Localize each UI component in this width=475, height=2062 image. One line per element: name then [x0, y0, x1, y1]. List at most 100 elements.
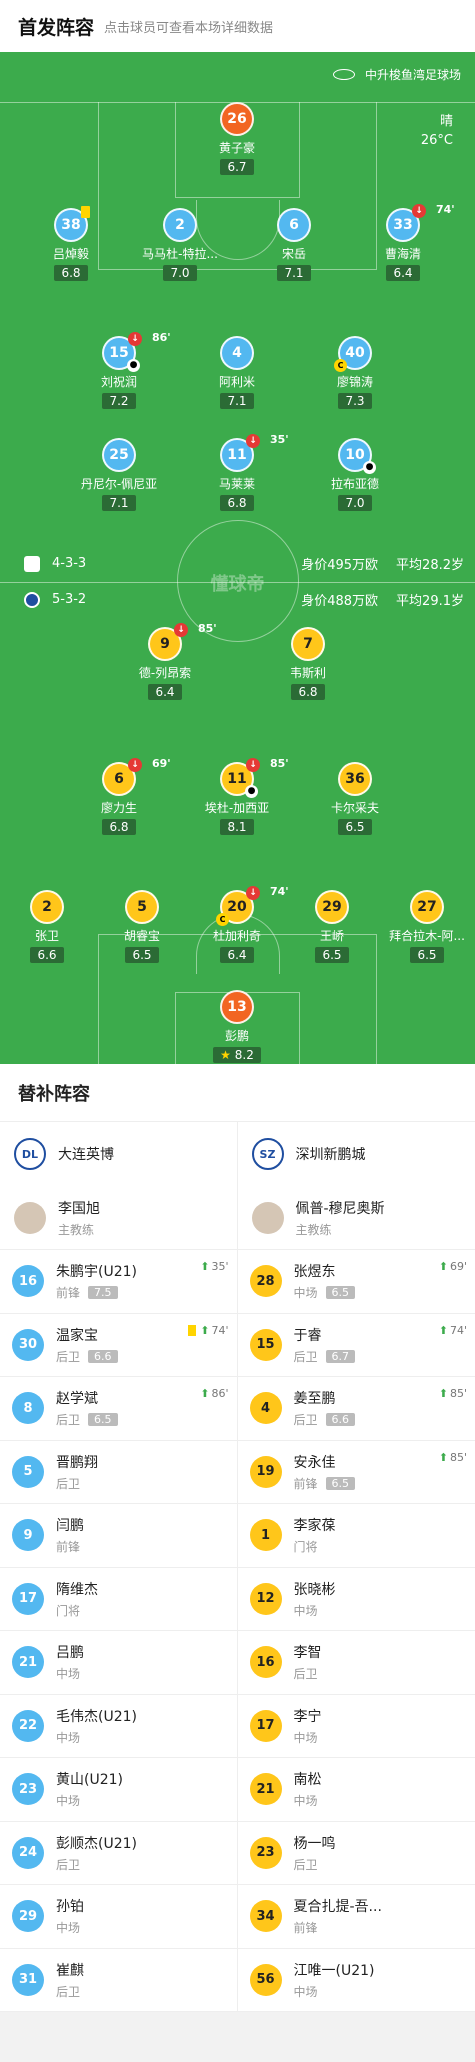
away-player[interactable]: 5 胡睿宝 6.5 — [87, 890, 197, 963]
home-coach[interactable]: 李国旭主教练 — [0, 1186, 237, 1250]
home-player[interactable]: 10● 拉布亚德 7.0 — [300, 438, 410, 511]
sub-player-row[interactable]: 29孙铂中场 — [0, 1885, 237, 1949]
player-number: 31 — [12, 1964, 44, 1996]
player-name: 于睿 — [294, 1325, 356, 1345]
lineup-header: 首发阵容 点击球员可查看本场详细数据 — [0, 0, 475, 52]
sub-player-row[interactable]: 17隋维杰门将 — [0, 1568, 237, 1632]
sub-player-row[interactable]: 34夏合扎提-吾...前锋 — [238, 1885, 475, 1949]
player-name: 南松 — [294, 1769, 322, 1789]
sub-player-row[interactable]: 5晋鹏翔后卫 — [0, 1441, 237, 1505]
sub-off-icon: ↓ — [412, 204, 426, 218]
away-logo-icon — [24, 592, 40, 608]
sub-player-row[interactable]: 16朱鹏宇(U21)前锋7.5⬆35' — [0, 1250, 237, 1314]
sub-player-row[interactable]: 31崔麒后卫 — [0, 1949, 237, 2013]
sub-player-row[interactable]: 30温家宝后卫6.6⬆74' — [0, 1314, 237, 1378]
player-name: 马马杜-特拉... — [125, 245, 235, 262]
away-team-info: 5-3-2 身价488万欧 平均29.1岁 — [24, 590, 464, 609]
player-number: 38 — [61, 217, 80, 233]
sub-player-row[interactable]: 21南松中场 — [238, 1758, 475, 1822]
home-player[interactable]: 38 吕焯毅 6.8 — [16, 208, 126, 281]
home-formation: 4-3-3 — [52, 556, 86, 571]
home-logo-icon — [24, 556, 40, 572]
player-name: 刘祝润 — [64, 373, 174, 390]
away-player[interactable]: 11↓85'● 埃杜-加西亚 8.1 — [182, 762, 292, 835]
player-name: 彭顺杰(U21) — [56, 1833, 137, 1853]
sub-in-time: 85' — [450, 1451, 467, 1464]
player-rating: 6.6 — [88, 1350, 118, 1363]
player-rating: 6.8 — [220, 495, 253, 511]
player-position: 后卫 — [56, 1411, 80, 1428]
sub-in-time: 85' — [450, 1387, 467, 1400]
player-position: 后卫 — [56, 1475, 80, 1492]
player-name: 孙铂 — [56, 1896, 84, 1916]
home-player[interactable]: 15↓86'● 刘祝润 7.2 — [64, 336, 174, 409]
sub-player-row[interactable]: 12张晓彬中场 — [238, 1568, 475, 1632]
player-name: 姜至鹏 — [294, 1388, 356, 1408]
sub-player-row[interactable]: 15于睿后卫6.7⬆74' — [238, 1314, 475, 1378]
sub-player-row[interactable]: 22毛伟杰(U21)中场 — [0, 1695, 237, 1759]
yellow-card-icon — [188, 1325, 196, 1336]
home-player[interactable]: 4 阿利米 7.1 — [182, 336, 292, 409]
home-player[interactable]: 26 黄子豪 6.7 — [182, 102, 292, 175]
home-player[interactable]: 40C 廖锦涛 7.3 — [300, 336, 410, 409]
away-team-logo-icon: SZ — [252, 1138, 284, 1170]
home-team-header: DL 大连英博 — [0, 1122, 237, 1186]
player-rating: 7.1 — [277, 265, 310, 281]
away-coach[interactable]: 佩普-穆尼奥斯主教练 — [238, 1186, 475, 1250]
sub-player-row[interactable]: 4姜至鹏后卫6.6⬆85' — [238, 1377, 475, 1441]
sub-player-row[interactable]: 28张煜东中场6.5⬆69' — [238, 1250, 475, 1314]
player-number: 17 — [12, 1583, 44, 1615]
sub-player-row[interactable]: 24彭顺杰(U21)后卫 — [0, 1822, 237, 1886]
home-player[interactable]: 33↓74' 曹海清 6.4 — [348, 208, 458, 281]
sub-in-time: 35' — [211, 1260, 228, 1273]
sub-player-row[interactable]: 16李智后卫 — [238, 1631, 475, 1695]
sub-player-row[interactable]: 17李宁中场 — [238, 1695, 475, 1759]
player-rating: 6.5 — [88, 1413, 118, 1426]
away-player[interactable]: 7 韦斯利 6.8 — [253, 627, 363, 700]
away-player[interactable]: 13 彭鹏 ★ 8.2 — [182, 990, 292, 1063]
player-name: 韦斯利 — [253, 664, 363, 681]
sub-in-time: 86' — [211, 1387, 228, 1400]
away-player[interactable]: 9↓85' 德-列昂索 6.4 — [110, 627, 220, 700]
player-number: 17 — [250, 1710, 282, 1742]
home-player[interactable]: 2 马马杜-特拉... 7.0 — [125, 208, 235, 281]
sub-player-row[interactable]: 23黄山(U21)中场 — [0, 1758, 237, 1822]
player-rating: 6.7 — [220, 159, 253, 175]
home-player[interactable]: 6 宋岳 7.1 — [239, 208, 349, 281]
player-position: 门将 — [56, 1602, 80, 1619]
away-player[interactable]: 29 王峤 6.5 — [277, 890, 387, 963]
sub-player-row[interactable]: 1李家葆门将 — [238, 1504, 475, 1568]
sub-player-row[interactable]: 56江唯一(U21)中场 — [238, 1949, 475, 2013]
sub-player-row[interactable]: 23杨一鸣后卫 — [238, 1822, 475, 1886]
stadium-info: 中升梭鱼湾足球场 — [333, 66, 461, 83]
player-position: 中场 — [294, 1792, 318, 1809]
sub-player-row[interactable]: 8赵学斌后卫6.5⬆86' — [0, 1377, 237, 1441]
home-value: 身价495万欧 — [301, 554, 378, 573]
sub-in-icon: ⬆ — [200, 1260, 209, 1273]
away-player[interactable]: 27 拜合拉木-阿... 6.5 — [372, 890, 475, 963]
sub-in-time: 74' — [211, 1324, 228, 1337]
player-position: 中场 — [294, 1729, 318, 1746]
player-number: 2 — [163, 208, 197, 242]
sub-player-row[interactable]: 19安永佳前锋6.5⬆85' — [238, 1441, 475, 1505]
player-rating: 6.8 — [54, 265, 87, 281]
player-position: 前锋 — [294, 1919, 318, 1936]
player-number: 29 — [315, 890, 349, 924]
player-number: 22 — [12, 1710, 44, 1742]
player-name: 王峤 — [277, 927, 387, 944]
player-position: 后卫 — [56, 1856, 80, 1873]
away-player[interactable]: 36 卡尔采夫 6.5 — [300, 762, 410, 835]
player-number: 16 — [250, 1646, 282, 1678]
home-player[interactable]: 11↓35' 马莱莱 6.8 — [182, 438, 292, 511]
away-player[interactable]: 20↓74'C 杜加利奇 6.4 — [182, 890, 292, 963]
substitutes-title: 替补阵容 — [0, 1064, 475, 1122]
player-rating: 7.3 — [338, 393, 371, 409]
sub-player-row[interactable]: 21吕鹏中场 — [0, 1631, 237, 1695]
home-avg-age: 平均28.2岁 — [396, 554, 464, 573]
sub-in-indicator: ⬆74' — [439, 1324, 467, 1337]
away-player[interactable]: 6↓69' 廖力生 6.8 — [64, 762, 174, 835]
sub-time: 35' — [270, 433, 289, 446]
captain-icon: C — [334, 359, 347, 372]
home-player[interactable]: 25 丹尼尔-佩尼亚 7.1 — [64, 438, 174, 511]
sub-player-row[interactable]: 9闫鹏前锋 — [0, 1504, 237, 1568]
